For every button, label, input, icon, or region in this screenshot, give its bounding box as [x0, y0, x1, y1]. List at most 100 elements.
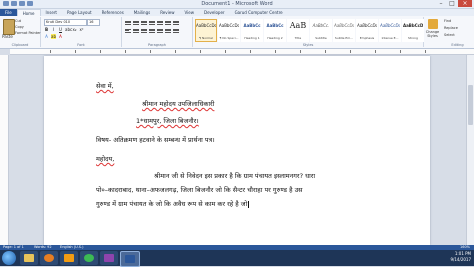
copy-button[interactable]: Copy — [15, 25, 24, 29]
font-color-icon[interactable]: A — [58, 34, 63, 39]
font-group: Kruti Dev 010 16 B I U abc x₂ x² A ab A … — [41, 17, 122, 47]
style-name: Subtle Em... — [334, 36, 354, 40]
text-cursor — [248, 200, 250, 208]
borders-icon[interactable] — [173, 28, 179, 33]
style-name: ¶ No Spaci... — [219, 36, 239, 40]
tab-insert[interactable]: Insert — [41, 9, 62, 16]
replace-button[interactable]: Replace — [444, 26, 458, 30]
start-button[interactable] — [2, 251, 16, 265]
vertical-scrollbar[interactable] — [466, 55, 474, 245]
style-sample: AaBbCcDc — [357, 23, 377, 28]
system-tray[interactable]: 1:01 PM 9/14/2017 — [450, 251, 471, 263]
style-heading-1[interactable]: AaBbCc Heading 1 — [241, 19, 263, 42]
style-strong[interactable]: AaBbCcDc Strong — [402, 19, 424, 42]
clipboard-label: Clipboard — [11, 43, 29, 47]
align-center-icon[interactable] — [133, 28, 139, 33]
strikethrough-button[interactable]: abc — [65, 27, 72, 32]
style-intense-emphasis[interactable]: AaBbCcDc Intense E... — [379, 19, 401, 42]
doc-line-greeting: महोदय, — [96, 155, 115, 163]
style-name: ¶ Normal — [199, 36, 213, 40]
close-button[interactable]: × — [458, 0, 472, 7]
line-spacing-icon[interactable] — [157, 28, 163, 33]
multilevel-list-icon[interactable] — [141, 20, 147, 25]
justify-icon[interactable] — [149, 28, 155, 33]
font-name-select[interactable]: Kruti Dev 010 — [44, 19, 87, 26]
taskbar-explorer[interactable] — [20, 251, 38, 265]
cut-button[interactable]: Cut — [15, 19, 21, 23]
align-right-icon[interactable] — [141, 28, 147, 33]
highlight-icon[interactable]: ab — [51, 34, 56, 39]
tab-mailings[interactable]: Mailings — [129, 9, 155, 16]
horizontal-ruler[interactable] — [10, 49, 474, 55]
find-button[interactable]: Find — [444, 19, 451, 23]
taskbar-app[interactable] — [100, 251, 118, 265]
font-size-select[interactable]: 16 — [87, 19, 100, 26]
italic-button[interactable]: I — [51, 27, 56, 32]
tab-review[interactable]: Review — [155, 9, 179, 16]
editing-label: Editing — [451, 43, 464, 47]
style-sample: AaB — [289, 21, 307, 30]
doc-line-body-1: श्रीमान जी से निवेदन इस प्रकार है कि ग्र… — [154, 172, 316, 180]
style-name: Emphasis — [359, 36, 375, 40]
tab-page-layout[interactable]: Page Layout — [62, 9, 97, 16]
style-name: Title — [294, 36, 302, 40]
subscript-button[interactable]: x₂ — [72, 27, 77, 32]
sort-icon[interactable] — [165, 20, 171, 25]
style-name: Strong — [408, 36, 418, 40]
tab-file[interactable]: File — [0, 9, 17, 16]
style-subtitle[interactable]: AaBbCc. Subtitle — [310, 19, 332, 42]
minimize-button[interactable]: – — [436, 0, 446, 7]
ribbon-tabs: File Home Insert Page Layout References … — [0, 9, 474, 16]
maximize-button[interactable]: □ — [447, 0, 457, 7]
folder-icon — [24, 254, 34, 262]
tab-references[interactable]: References — [97, 9, 129, 16]
ribbon: Paste Cut Copy Format Painter Clipboard … — [0, 16, 474, 49]
change-styles-button[interactable]: Change Styles — [425, 18, 440, 46]
style-no-spacing[interactable]: AaBbCcDc ¶ No Spaci... — [218, 19, 240, 42]
style-emphasis[interactable]: AaBbCcDc Emphasis — [356, 19, 378, 42]
taskbar-media[interactable] — [60, 251, 78, 265]
style-heading-2[interactable]: AaBbCc Heading 2 — [264, 19, 286, 42]
tab-developer[interactable]: Developer — [199, 9, 230, 16]
style-normal[interactable]: AaBbCcDc ¶ Normal — [195, 19, 217, 42]
tab-home[interactable]: Home — [16, 9, 41, 16]
chrome-icon — [84, 254, 94, 262]
tab-garud-computer-centre[interactable]: Garud Computer Centre — [230, 9, 288, 16]
clipboard-group: Paste Cut Copy Format Painter Clipboard — [0, 17, 41, 47]
paste-button[interactable]: Paste — [2, 34, 13, 39]
select-button[interactable]: Select — [444, 33, 455, 37]
style-sample: AaBbCcDc — [219, 23, 239, 28]
taskbar-firefox[interactable] — [40, 251, 58, 265]
document-page[interactable]: सेवा में, श्रीमान महोदय उपजिलाधिकारी 1*ध… — [44, 56, 430, 245]
align-left-icon[interactable] — [125, 28, 131, 33]
font-label: Font — [77, 43, 85, 47]
window-title: Document1 - Microsoft Word — [201, 1, 273, 7]
bullets-icon[interactable] — [125, 20, 131, 25]
word-icon — [125, 255, 135, 263]
underline-button[interactable]: U — [58, 27, 63, 32]
increase-indent-icon[interactable] — [157, 20, 163, 25]
superscript-button[interactable]: x² — [79, 27, 84, 32]
doc-line-body-3: गुरुण्ड में ग्राम पंचायत के जो कि अवैध र… — [96, 199, 250, 208]
style-title[interactable]: AaB Title — [287, 19, 309, 42]
style-sample: AaBbCcDc — [334, 23, 354, 28]
taskbar-word[interactable] — [120, 251, 140, 267]
style-sample: AaBbCc — [266, 23, 284, 28]
shading-icon[interactable] — [165, 28, 171, 33]
tab-view[interactable]: View — [179, 9, 199, 16]
paste-icon[interactable] — [3, 19, 15, 35]
taskbar: 1:01 PM 9/14/2017 — [0, 250, 474, 267]
bold-button[interactable]: B — [44, 27, 49, 32]
style-subtle-emphasis[interactable]: AaBbCcDc Subtle Em... — [333, 19, 355, 42]
scrollbar-thumb[interactable] — [468, 85, 473, 125]
style-name: Intense E... — [381, 36, 399, 40]
app-icon — [104, 254, 114, 262]
numbering-icon[interactable] — [133, 20, 139, 25]
format-painter-button[interactable]: Format Painter — [15, 31, 41, 35]
show-hide-icon[interactable] — [173, 20, 179, 25]
vertical-ruler[interactable] — [0, 55, 9, 245]
taskbar-chrome[interactable] — [80, 251, 98, 265]
decrease-indent-icon[interactable] — [149, 20, 155, 25]
style-name: Heading 1 — [244, 36, 260, 40]
text-effects-icon[interactable]: A — [44, 34, 49, 39]
